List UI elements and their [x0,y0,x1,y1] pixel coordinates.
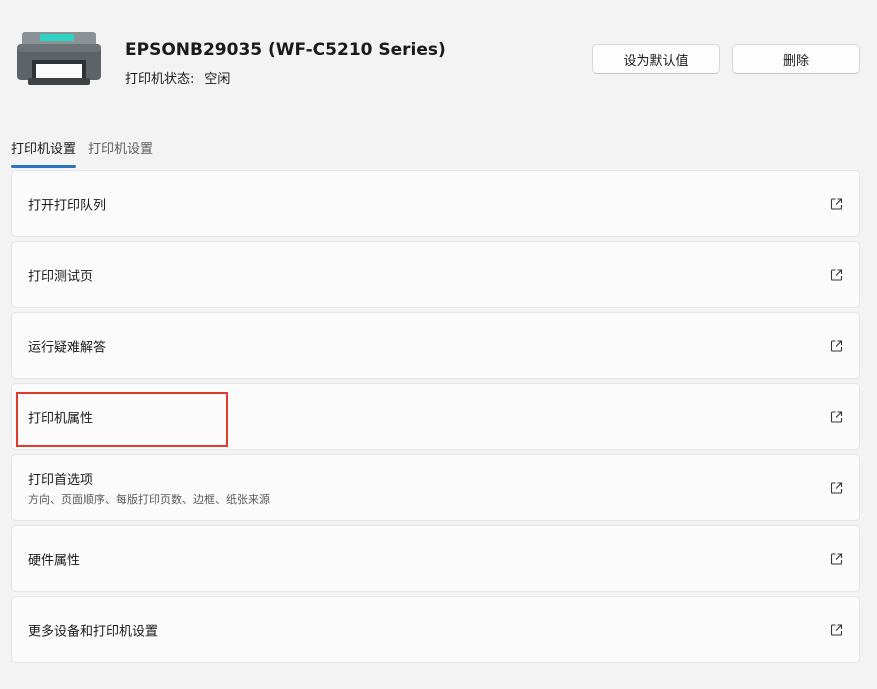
row-run-troubleshooter[interactable]: 运行疑难解答 [11,312,860,379]
row-label-group: 打印首选项 方向、页面顺序、每版打印页数、边框、纸张来源 [28,469,270,507]
printer-status: 打印机状态: 空闲 [125,68,230,87]
external-link-icon [830,623,843,636]
row-label: 打开打印队列 [28,198,107,213]
row-sublabel: 方向、页面顺序、每版打印页数、边框、纸张来源 [28,492,270,506]
external-link-icon [830,410,843,423]
row-label: 运行疑难解答 [28,340,107,355]
delete-button[interactable]: 删除 [732,44,860,74]
row-label: 打印首选项 [28,472,94,488]
row-print-test-page[interactable]: 打印测试页 [11,241,860,308]
external-link-icon [830,197,843,210]
set-default-button[interactable]: 设为默认值 [592,44,720,74]
printer-header: EPSONB29035 (WF-C5210 Series) 打印机状态: 空闲 设… [0,0,877,110]
external-link-icon [830,481,843,494]
tab-printer-settings-2[interactable]: 打印机设置 [88,136,153,166]
tab-bar: 打印机设置 打印机设置 [11,136,165,168]
row-hardware-properties[interactable]: 硬件属性 [11,525,860,592]
row-label: 打印机属性 [28,411,94,426]
printer-name: EPSONB29035 (WF-C5210 Series) [125,40,446,60]
settings-list: 打开打印队列 打印测试页 运行疑难解答 打印机属性 打印首选项 方向、页面顺序、… [11,170,860,667]
tab-printer-settings[interactable]: 打印机设置 [11,136,77,168]
row-label: 更多设备和打印机设置 [28,624,159,639]
status-label: 打印机状态: [125,72,195,87]
status-value: 空闲 [204,72,231,87]
row-open-print-queue[interactable]: 打开打印队列 [11,170,860,237]
row-more-devices-settings[interactable]: 更多设备和打印机设置 [11,596,860,663]
printer-icon [17,32,101,85]
external-link-icon [830,552,843,565]
external-link-icon [830,339,843,352]
row-printer-properties[interactable]: 打印机属性 [11,383,860,450]
row-label: 打印测试页 [28,269,94,284]
row-printing-preferences[interactable]: 打印首选项 方向、页面顺序、每版打印页数、边框、纸张来源 [11,454,860,521]
row-label: 硬件属性 [28,553,81,568]
external-link-icon [830,268,843,281]
